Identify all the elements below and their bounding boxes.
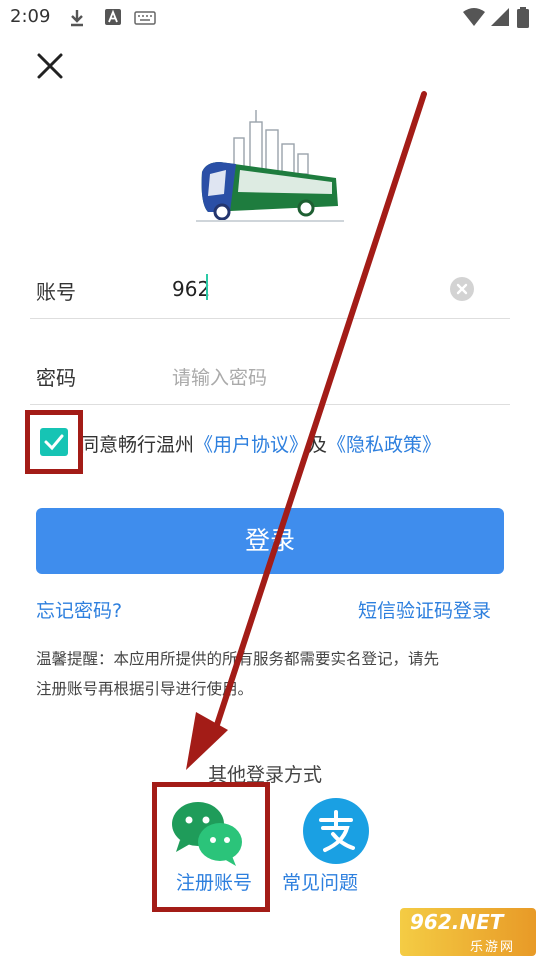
watermark: 962.NET 乐游网 xyxy=(400,908,536,956)
annotation-arrow xyxy=(186,91,427,770)
watermark-bottom: 乐游网 xyxy=(470,940,516,955)
watermark-top: 962.NET xyxy=(410,910,504,934)
